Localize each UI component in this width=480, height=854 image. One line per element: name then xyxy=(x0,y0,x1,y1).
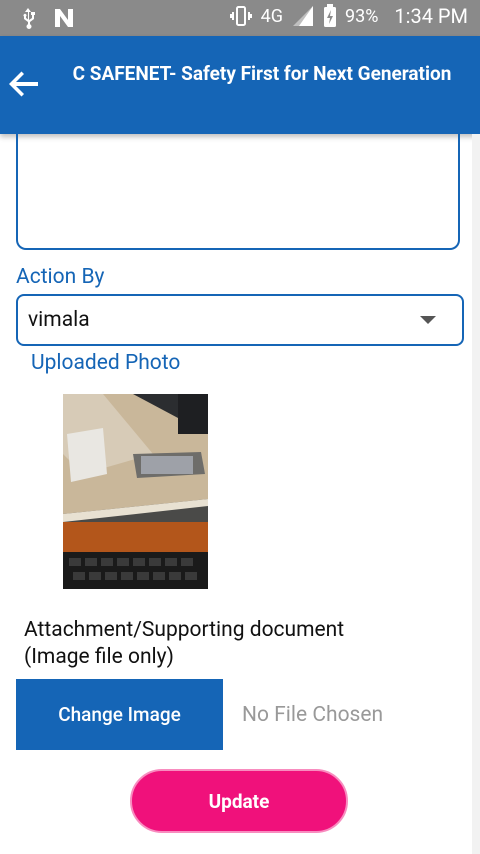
form-content: Action By vimala Uploaded Photo Attachme… xyxy=(0,134,480,854)
no-file-chosen-text: No File Chosen xyxy=(242,703,384,727)
action-by-value: vimala xyxy=(28,308,90,332)
clock: 1:34 PM xyxy=(394,4,468,28)
change-image-button[interactable]: Change Image xyxy=(16,679,223,750)
vibrate-icon xyxy=(229,4,253,28)
description-textarea[interactable] xyxy=(16,134,460,250)
uploaded-photo xyxy=(63,394,208,589)
app-bar: C SAFENET- Safety First for Next Generat… xyxy=(0,36,480,134)
dropdown-caret-icon xyxy=(420,316,436,324)
usb-icon xyxy=(16,6,40,30)
n-notification-icon xyxy=(52,6,76,30)
action-by-label: Action By xyxy=(16,265,105,289)
attachment-label: Attachment/Supporting document (Image fi… xyxy=(24,618,345,669)
uploaded-photo-label: Uploaded Photo xyxy=(31,351,181,375)
page-edge xyxy=(472,134,480,854)
battery-charging-icon xyxy=(323,4,337,28)
arrow-back-icon xyxy=(4,71,44,108)
update-button[interactable]: Update xyxy=(130,769,348,833)
page-title: C SAFENET- Safety First for Next Generat… xyxy=(72,62,452,85)
signal-icon xyxy=(291,4,315,28)
battery-percent: 93% xyxy=(344,5,379,27)
status-bar: 4G 93% 1:34 PM xyxy=(0,0,480,36)
network-type: 4G xyxy=(260,5,283,27)
action-by-select[interactable]: vimala xyxy=(16,294,464,346)
back-button[interactable] xyxy=(4,64,44,104)
